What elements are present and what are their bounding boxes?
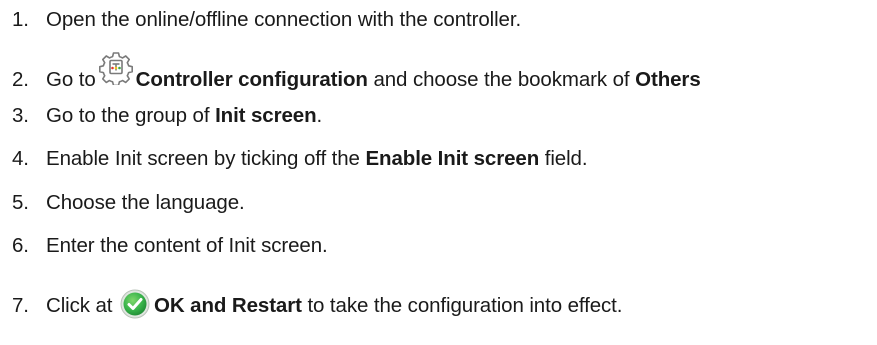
step-number: 5. (12, 191, 29, 214)
step-5: 5. Choose the language. (0, 191, 245, 215)
step-bold-text: Controller configuration (135, 68, 368, 91)
step-bold-text: Init screen (215, 104, 317, 127)
step-text-mid: and choose the bookmark of (367, 68, 636, 91)
step-text-post: . (316, 104, 323, 127)
step-text-pre: Enable Init screen by ticking off the (46, 147, 366, 170)
step-number: 7. (12, 294, 29, 317)
step-text-pre: Go to (46, 68, 96, 91)
step-2: 2. Go to Controller configuration and cho… (0, 51, 701, 95)
controller-configuration-gear-icon (96, 51, 136, 95)
green-checkmark-icon (118, 289, 154, 321)
step-3: 3. Go to the group of Init screen. (0, 104, 322, 128)
step-text: Choose the language. (46, 191, 245, 214)
step-4: 4. Enable Init screen by ticking off the … (0, 147, 588, 171)
step-bold-text: Others (635, 68, 701, 91)
step-text: Enter the content of Init screen. (46, 234, 328, 257)
step-number: 3. (12, 104, 29, 127)
step-number: 6. (12, 234, 29, 257)
step-text: Open the online/offline connection with … (46, 8, 522, 31)
step-number: 4. (12, 147, 29, 170)
step-text-post: field. (539, 147, 588, 170)
step-number: 1. (12, 8, 29, 31)
step-6: 6. Enter the content of Init screen. (0, 234, 328, 258)
step-text-post: to take the configuration into effect. (301, 294, 623, 317)
step-bold-text: Enable Init screen (365, 147, 540, 170)
step-1: 1. Open the online/offline connection wit… (0, 8, 521, 32)
step-text-pre: Click at (46, 294, 119, 317)
step-7: 7. Click at OK and Restart to take the co… (0, 289, 622, 321)
step-text-pre: Go to the group of (46, 104, 216, 127)
step-bold-text: OK and Restart (154, 294, 302, 317)
step-number: 2. (12, 68, 29, 91)
